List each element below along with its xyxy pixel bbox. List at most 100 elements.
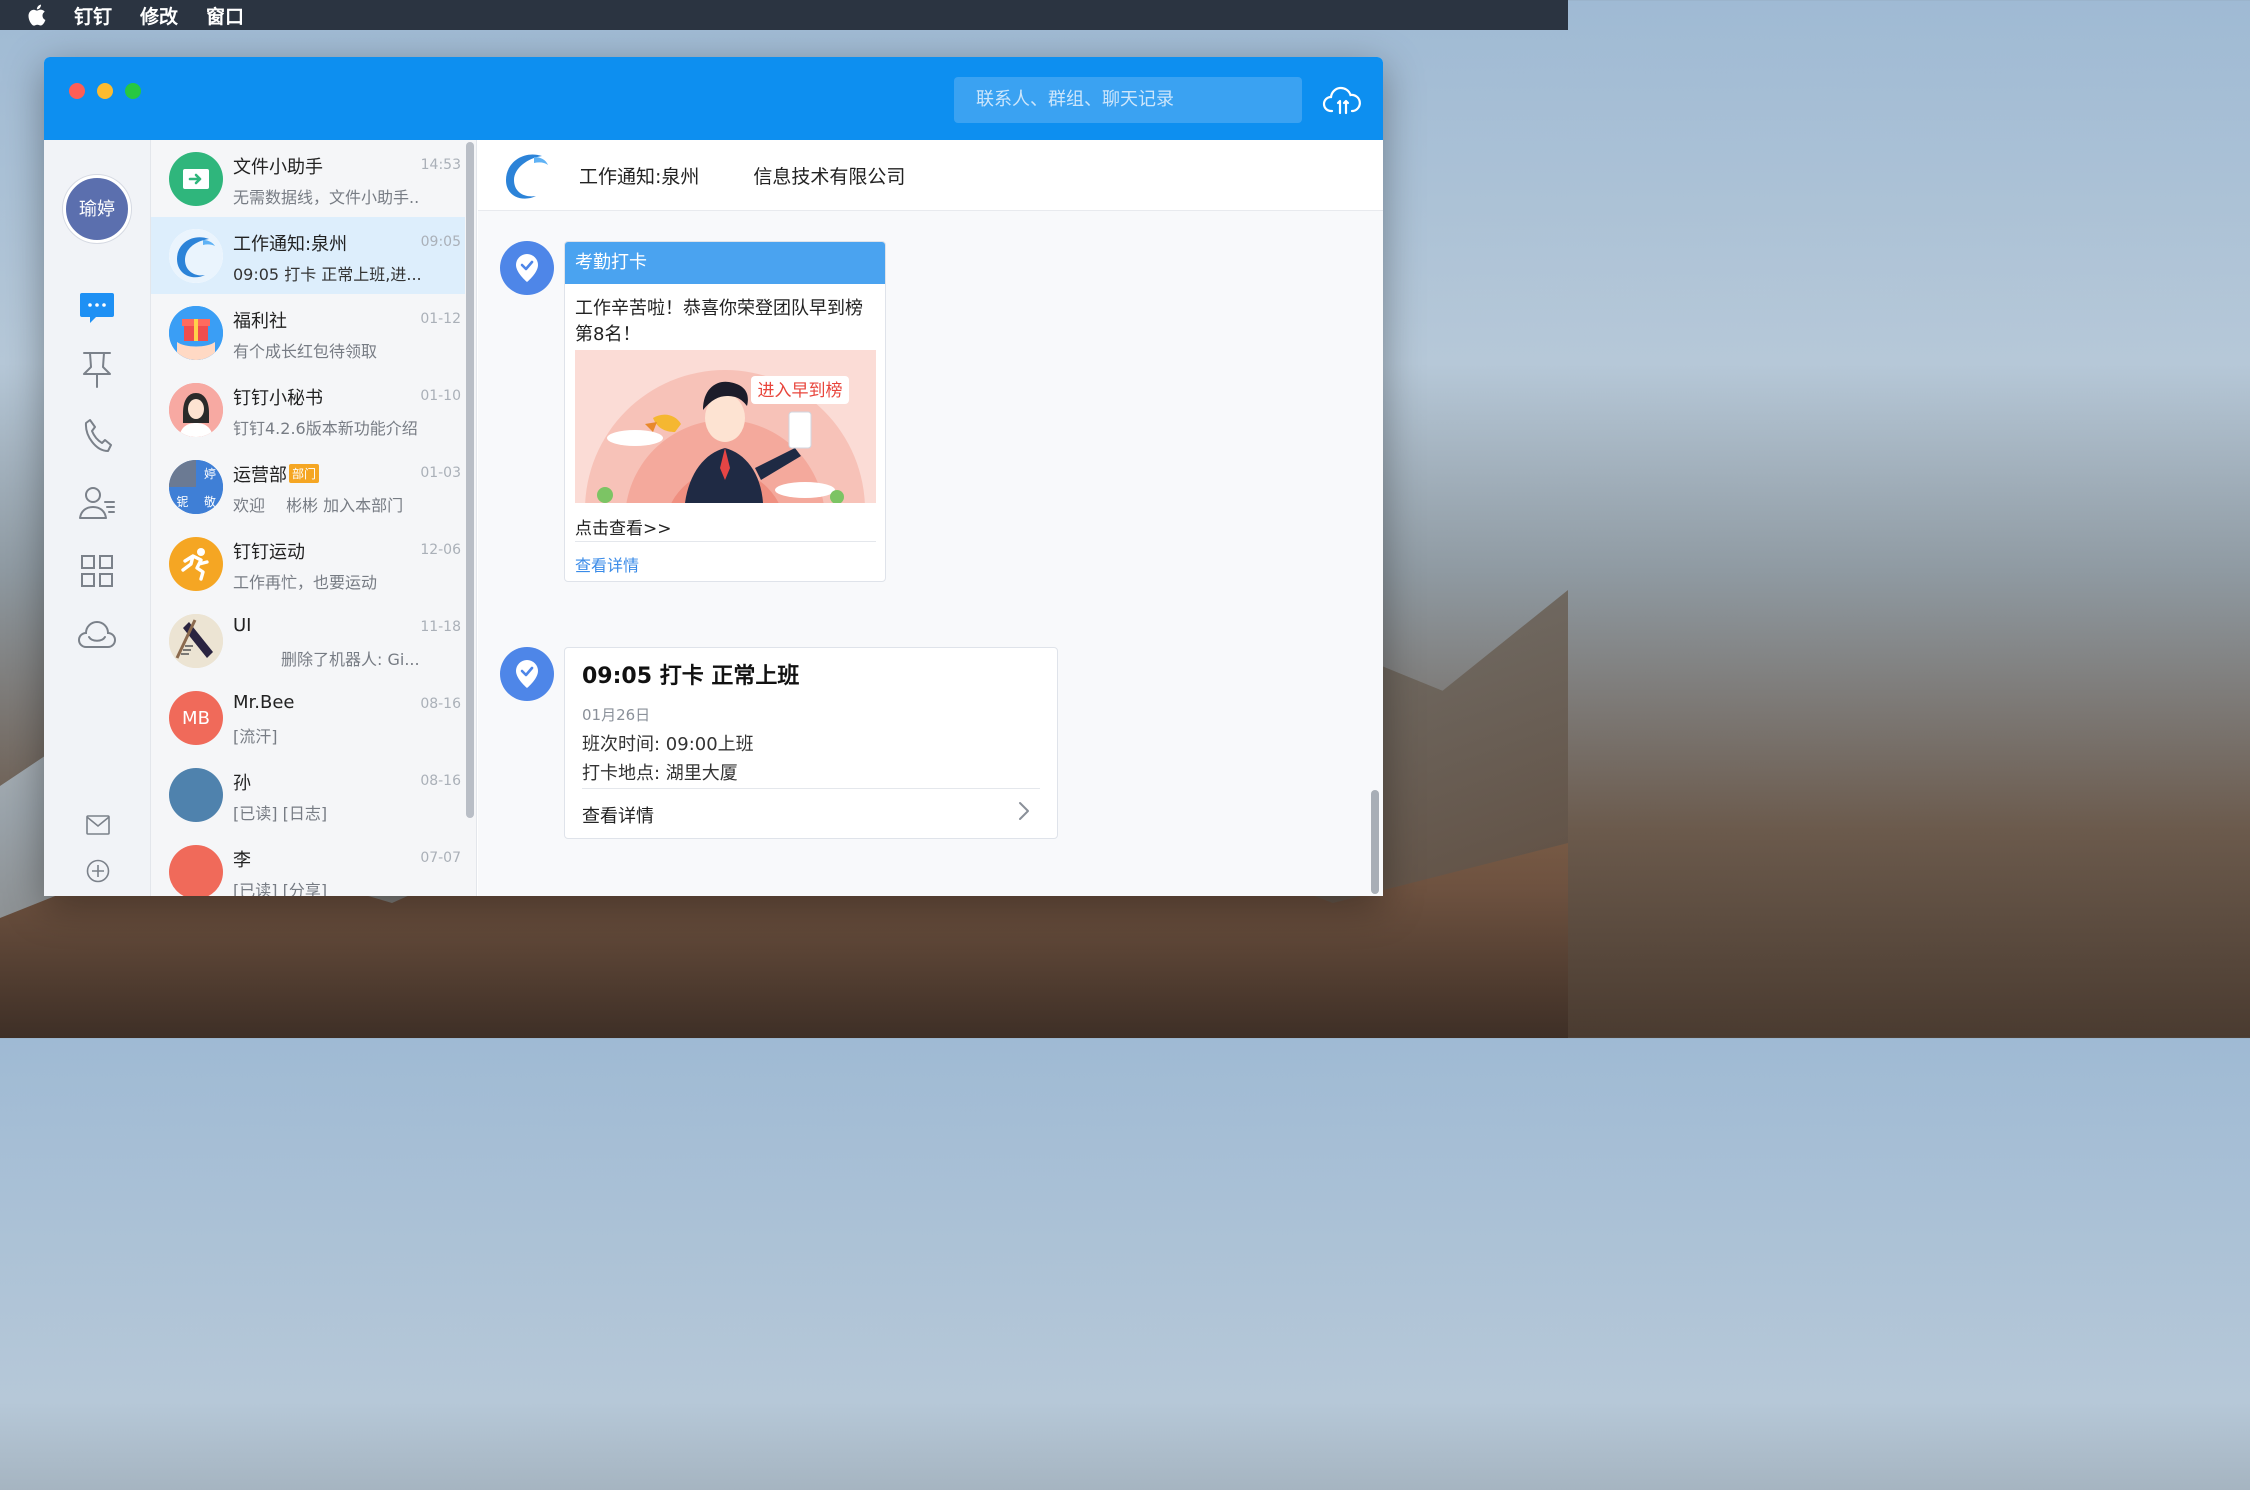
my-avatar[interactable]: 瑜婷 xyxy=(63,175,131,243)
conversation-list: 文件小助手 14:53 无需数据线，文件小助手.. 工作通知:泉州 09:05 … xyxy=(151,140,477,896)
conversation-preview: 欢迎 彬彬 加入本部门 xyxy=(233,496,404,515)
initials-avatar: MB xyxy=(169,691,223,745)
attendance-card-text: 工作辛苦啦！恭喜你荣登团队早到榜第8名！ xyxy=(575,298,863,345)
menu-dingtalk[interactable]: 钉钉 xyxy=(74,2,112,29)
zoom-window-button[interactable] xyxy=(125,83,141,99)
conversation-time: 08-16 xyxy=(420,773,461,789)
conversation-preview: [已读] [分享] xyxy=(233,881,328,896)
view-details-button[interactable]: 查看详情 xyxy=(582,802,654,828)
running-icon xyxy=(169,537,223,591)
conversation-time: 01-12 xyxy=(420,311,461,327)
conversation-preview: 删除了机器人: Gi... xyxy=(233,650,420,669)
conversation-name: 福利社 xyxy=(233,311,287,332)
conversation-preview: 工作再忙，也要运动 xyxy=(233,573,378,592)
contact-avatar xyxy=(169,768,223,822)
chat-title-part: 工作通知:泉州 xyxy=(579,166,700,188)
attendance-avatar-icon xyxy=(500,647,554,701)
view-leaderboard-link[interactable]: 点击查看>> xyxy=(575,514,672,539)
pin-nav-icon[interactable] xyxy=(76,349,118,391)
view-details-link[interactable]: 查看详情 xyxy=(575,552,639,576)
nav-sidebar: 瑜婷 xyxy=(44,140,151,896)
attendance-card-header: 考勤打卡 xyxy=(565,242,885,284)
close-window-button[interactable] xyxy=(69,83,85,99)
card-divider xyxy=(575,541,876,542)
early-bird-banner[interactable]: 进入早到榜 xyxy=(575,350,876,503)
conversation-name: 孙 xyxy=(233,773,251,794)
contact-avatar xyxy=(169,845,223,896)
chat-title-part: 信息技术有限公司 xyxy=(753,166,906,188)
group-member-char: 铌 xyxy=(169,488,196,514)
contacts-nav-icon[interactable] xyxy=(76,481,118,523)
conversation-item[interactable]: 工作通知:泉州 09:05 09:05 打卡 正常上班,进... xyxy=(151,217,465,294)
chat-title: 工作通知:泉州 信息技术有限公司 xyxy=(579,162,905,189)
ding-cloud-nav-icon[interactable] xyxy=(76,614,118,656)
dingtalk-window: 联系人、群组、聊天记录 瑜婷 文件小助手 14:53 无需数据线，文件小助手..… xyxy=(44,57,1383,896)
conversation-item[interactable]: 福利社 01-12 有个成长红包待领取 xyxy=(151,294,465,371)
conversation-time: 01-03 xyxy=(420,465,461,481)
conversation-item[interactable]: 婷 铌 敬 运营部 部门 01-03 欢迎 彬彬 加入本部门 xyxy=(151,448,465,525)
conversation-item[interactable]: 钉钉运动 12-06 工作再忙，也要运动 xyxy=(151,525,465,602)
conversation-time: 11-18 xyxy=(420,619,461,635)
card-divider xyxy=(582,788,1040,789)
menu-bar: 钉钉 修改 窗口 xyxy=(0,0,1568,30)
work-notice-logo-icon xyxy=(498,148,554,204)
conversation-item[interactable]: UI 11-18 删除了机器人: Gi... xyxy=(151,602,465,679)
menu-edit[interactable]: 修改 xyxy=(140,2,178,29)
conversation-name: 钉钉运动 xyxy=(233,542,305,563)
conversation-item[interactable]: 文件小助手 14:53 无需数据线，文件小助手.. xyxy=(151,140,465,217)
conversation-preview: [已读] [日志] xyxy=(233,804,328,823)
secretary-avatar-icon xyxy=(169,383,223,437)
conversation-time: 14:53 xyxy=(420,157,461,173)
conversation-name: 运营部 部门 xyxy=(233,461,320,487)
clock-in-card[interactable]: 09:05 打卡 正常上班 01月26日 班次时间: 09:00上班 打卡地点:… xyxy=(564,647,1058,839)
conversation-name-text: 运营部 xyxy=(233,465,287,486)
conversation-name: 李 xyxy=(233,850,251,871)
clock-in-shift: 班次时间: 09:00上班 xyxy=(582,734,754,755)
work-notice-icon xyxy=(169,229,223,283)
conversation-preview: 09:05 打卡 正常上班,进... xyxy=(233,265,422,284)
conversation-name: 钉钉小秘书 xyxy=(233,388,323,409)
conversation-name: Mr.Bee xyxy=(233,692,295,713)
conversation-preview: 钉钉4.2.6版本新功能介绍 xyxy=(233,419,418,438)
file-transfer-icon xyxy=(169,152,223,206)
conversation-name: 文件小助手 xyxy=(233,157,323,178)
add-icon[interactable] xyxy=(85,858,111,884)
group-avatar-icon: 婷 铌 敬 xyxy=(169,460,223,514)
conversation-preview: 无需数据线，文件小助手.. xyxy=(233,188,420,207)
attendance-card[interactable]: 考勤打卡 工作辛苦啦！恭喜你荣登团队早到榜第8名！ 进入早到榜 点击查看>> 查… xyxy=(564,241,886,582)
gift-icon xyxy=(169,306,223,360)
conversation-item[interactable]: MB Mr.Bee 08-16 [流汗] xyxy=(151,679,465,756)
workbench-nav-icon[interactable] xyxy=(76,550,118,592)
department-badge: 部门 xyxy=(289,464,320,483)
conversation-name: UI xyxy=(233,615,252,636)
conversation-item[interactable]: 孙 08-16 [已读] [日志] xyxy=(151,756,465,833)
apple-icon[interactable] xyxy=(28,3,52,27)
conversation-time: 08-16 xyxy=(420,696,461,712)
clock-in-title: 09:05 打卡 正常上班 xyxy=(582,664,800,689)
conversation-preview: 有个成长红包待领取 xyxy=(233,342,378,361)
chat-panel: 工作通知:泉州 信息技术有限公司 考勤打卡 工作辛苦啦！恭喜你荣登团队早到榜第8名… xyxy=(478,140,1383,896)
conversation-time: 01-10 xyxy=(420,388,461,404)
phone-nav-icon[interactable] xyxy=(76,415,118,457)
chat-nav-icon[interactable] xyxy=(76,287,118,329)
minimize-window-button[interactable] xyxy=(97,83,113,99)
ui-group-icon xyxy=(169,614,223,668)
conversation-item[interactable]: 钉钉小秘书 01-10 钉钉4.2.6版本新功能介绍 xyxy=(151,371,465,448)
group-member-char: 婷 xyxy=(197,460,223,487)
conversation-time: 07-07 xyxy=(420,850,461,866)
conversation-name: 工作通知:泉州 xyxy=(233,234,348,255)
conversation-list-scrollbar[interactable] xyxy=(466,142,474,818)
cloud-upload-icon[interactable] xyxy=(1322,83,1362,117)
title-bar: 联系人、群组、聊天记录 xyxy=(44,57,1383,140)
clock-in-date: 01月26日 xyxy=(582,706,651,724)
clock-in-location: 打卡地点: 湖里大厦 xyxy=(582,763,738,784)
conversation-time: 09:05 xyxy=(420,234,461,250)
chat-scrollbar[interactable] xyxy=(1371,790,1379,894)
attendance-avatar-icon xyxy=(500,241,554,295)
chevron-right-icon[interactable] xyxy=(1017,800,1031,822)
global-search-input[interactable]: 联系人、群组、聊天记录 xyxy=(954,77,1302,123)
conversation-item[interactable]: 李 07-07 [已读] [分享] xyxy=(151,833,465,896)
conversation-time: 12-06 xyxy=(420,542,461,558)
mail-icon[interactable] xyxy=(85,812,111,838)
menu-window[interactable]: 窗口 xyxy=(206,2,244,29)
